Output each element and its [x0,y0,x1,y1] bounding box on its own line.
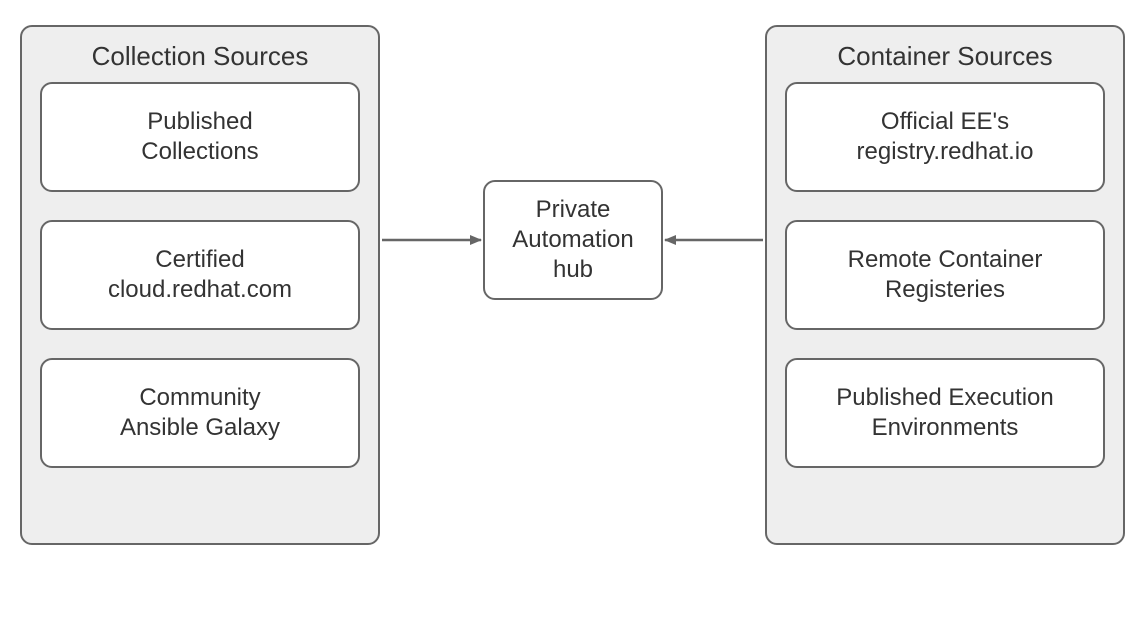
node-line: Remote Container [848,245,1043,275]
node-line: Official EE's [857,107,1034,137]
node-line: Published [141,107,258,137]
node-line: Environments [836,413,1053,443]
container-sources-group: Container Sources Official EE's registry… [765,25,1125,545]
published-execution-environments-node: Published Execution Environments [785,358,1105,468]
community-galaxy-node: Community Ansible Galaxy [40,358,360,468]
node-line: Automation [512,225,633,255]
node-line: Collections [141,137,258,167]
node-line: Private [512,195,633,225]
node-line: Published Execution [836,383,1053,413]
private-automation-hub-node: Private Automation hub [483,180,663,300]
node-line: hub [512,255,633,285]
certified-cloud-node: Certified cloud.redhat.com [40,220,360,330]
collection-sources-items: Published Collections Certified cloud.re… [22,82,378,486]
container-sources-items: Official EE's registry.redhat.io Remote … [767,82,1123,486]
node-line: Registeries [848,275,1043,305]
node-line: Ansible Galaxy [120,413,280,443]
diagram-canvas: Collection Sources Published Collections… [0,0,1147,621]
node-line: registry.redhat.io [857,137,1034,167]
container-sources-title: Container Sources [767,41,1123,72]
official-ee-node: Official EE's registry.redhat.io [785,82,1105,192]
node-line: cloud.redhat.com [108,275,292,305]
published-collections-node: Published Collections [40,82,360,192]
collection-sources-group: Collection Sources Published Collections… [20,25,380,545]
node-line: Certified [108,245,292,275]
remote-container-registries-node: Remote Container Registeries [785,220,1105,330]
collection-sources-title: Collection Sources [22,41,378,72]
node-line: Community [120,383,280,413]
